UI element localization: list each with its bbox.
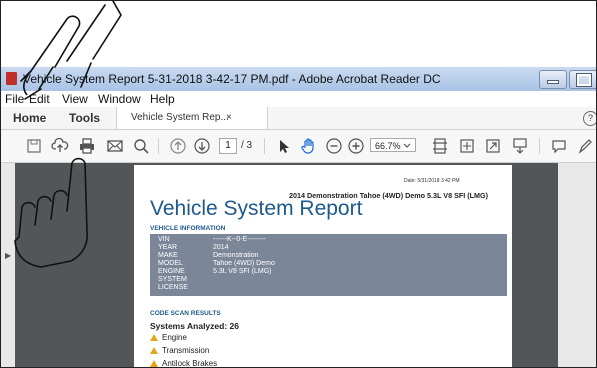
info-value: 2014: [213, 244, 229, 251]
info-value: Demonstration: [213, 252, 259, 259]
pointing-hand-icon: [14, 157, 88, 268]
full-screen-icon[interactable]: [484, 137, 502, 155]
info-value: 5.3L V8 SFI (LMG): [213, 268, 272, 275]
info-value: ------K--0-E--------: [213, 236, 266, 243]
chevron-down-icon[interactable]: [402, 138, 412, 156]
system-label: Engine: [162, 333, 187, 342]
tab-tools[interactable]: Tools: [69, 111, 100, 125]
systems-analyzed: Systems Analyzed: 26: [150, 321, 239, 331]
vehicle-info-table: VIN ------K--0-E-------- YEAR 2014 MAKE …: [150, 234, 507, 296]
page-number-input[interactable]: 1: [219, 138, 237, 154]
warning-icon: [150, 360, 158, 367]
close-tab-icon[interactable]: ×: [226, 112, 232, 123]
info-key: LICENSE: [158, 284, 188, 291]
system-label: Antilock Brakes: [162, 359, 218, 368]
zoom-out-icon[interactable]: [325, 137, 343, 155]
fit-page-icon[interactable]: [431, 137, 449, 155]
system-item-transmission: Transmission: [150, 346, 209, 355]
page-total: / 3: [241, 140, 253, 151]
page-down-icon[interactable]: [193, 137, 211, 155]
scroll-mode-icon[interactable]: [458, 137, 476, 155]
toolbar-separator: [264, 138, 265, 154]
read-mode-icon[interactable]: [511, 137, 529, 155]
page-up-icon[interactable]: [169, 137, 187, 155]
report-date: Date: 5/31/2018 3:42 PM: [404, 178, 460, 184]
help-icon[interactable]: ?: [583, 111, 596, 126]
pen-icon[interactable]: [576, 137, 594, 155]
tab-document[interactable]: Vehicle System Rep... ×: [116, 107, 268, 129]
select-cursor-icon[interactable]: [274, 137, 292, 155]
zoom-in-icon[interactable]: [347, 137, 365, 155]
screenshot-frame: Vehicle System Report 5-31-2018 3-42-17 …: [0, 0, 597, 368]
toolbar-separator: [539, 138, 540, 154]
pointing-hand-icon: [20, 1, 122, 100]
zoom-level-value: 66.7%: [375, 141, 401, 151]
info-key: MAKE: [158, 252, 178, 259]
info-key: MODEL: [158, 260, 183, 267]
minimize-button[interactable]: [539, 70, 567, 89]
info-key: VIN: [158, 236, 170, 243]
tab-document-label: Vehicle System Rep...: [131, 112, 229, 123]
system-item-antilock-brakes: Antilock Brakes: [150, 359, 218, 368]
toolbar-separator: [158, 138, 159, 154]
comment-icon[interactable]: [550, 137, 568, 155]
warning-icon: [150, 334, 158, 341]
right-tools-pane: [558, 163, 596, 367]
info-key: ENGINE: [158, 268, 185, 275]
system-item-engine: Engine: [150, 333, 187, 342]
tab-bar: Home Tools Vehicle System Rep... × ?: [1, 107, 596, 130]
system-label: Transmission: [162, 346, 210, 355]
info-key: YEAR: [158, 244, 178, 251]
code-scan-heading: CODE SCAN RESULTS: [150, 310, 221, 317]
info-value: Tahoe (4WD) Demo: [213, 260, 275, 267]
vehicle-info-heading: VEHICLE INFORMATION: [150, 225, 226, 232]
hand-tool-icon[interactable]: [300, 137, 318, 155]
tab-home[interactable]: Home: [13, 111, 46, 125]
maximize-button[interactable]: [569, 70, 596, 89]
report-title: Vehicle System Report: [150, 197, 363, 220]
info-key: SYSTEM: [158, 276, 187, 283]
menu-help[interactable]: Help: [150, 91, 175, 107]
search-icon[interactable]: [132, 137, 150, 155]
warning-icon: [150, 347, 158, 354]
pdf-page: Date: 5/31/2018 3:42 PM 2014 Demonstrati…: [134, 165, 512, 367]
